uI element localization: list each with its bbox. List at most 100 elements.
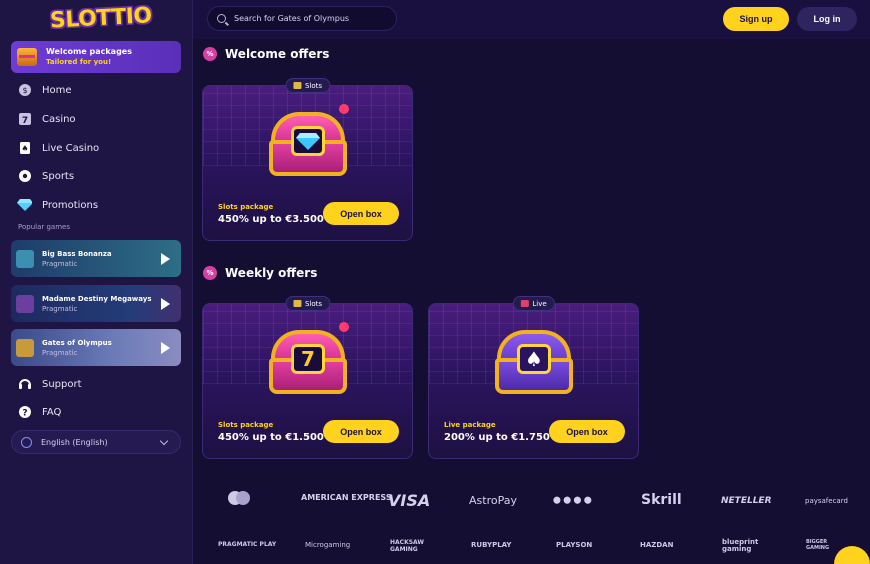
category-tag: Slots: [284, 78, 331, 93]
slots-tag-icon: [292, 82, 301, 89]
game-provider: Pragmatic: [42, 304, 78, 313]
tag-label: Slots: [304, 299, 323, 308]
offer-card-weekly-slots[interactable]: Slots 7 Slots package 450% up to €1.500 …: [202, 296, 413, 459]
play-icon[interactable]: [161, 253, 170, 265]
sidebar-item-label: Live Casino: [42, 142, 100, 154]
dots-payment-logo: ⬤ ⬤ ⬤ ⬤: [553, 496, 592, 504]
game-card-gates-of-olympus[interactable]: Gates of Olympus Pragmatic: [11, 329, 181, 366]
welcome-packages-title: Welcome packages: [46, 47, 132, 56]
pragmatic-play-logo: PRAGMATIC PLAY: [218, 541, 277, 548]
hazdan-logo: HAZDAN: [640, 541, 674, 549]
package-label: Slots package: [218, 421, 274, 429]
svg-text:♠: ♠: [21, 144, 28, 153]
football-icon: [17, 169, 32, 184]
sidebar-item-casino[interactable]: 7 Casino: [17, 109, 76, 129]
sidebar-item-promotions[interactable]: Promotions: [17, 195, 98, 215]
package-value: 450% up to €1.500: [218, 432, 324, 443]
game-thumbnail: [16, 249, 34, 268]
question-icon: ?: [17, 405, 32, 420]
game-name: Big Bass Bonanza: [42, 249, 112, 258]
globe-icon: [21, 436, 32, 448]
chevron-down-icon: [159, 436, 169, 446]
category-tag: Slots: [284, 296, 331, 311]
diamond-icon: [17, 198, 32, 213]
visa-logo: VISA: [388, 491, 431, 510]
open-box-button[interactable]: Open box: [549, 420, 625, 443]
live-tag-icon: [520, 300, 529, 307]
game-name: Gates of Olympus: [42, 338, 112, 347]
language-selector[interactable]: English (English): [11, 430, 181, 454]
chest-lever-knob: [339, 104, 349, 114]
game-thumbnail: [16, 338, 34, 357]
hacksaw-gaming-logo: HACKSAW GAMING: [390, 539, 425, 553]
cards-icon: ♠: [17, 141, 32, 156]
package-label: Live package: [444, 421, 496, 429]
sidebar-item-live-casino[interactable]: ♠ Live Casino: [17, 138, 99, 158]
section-title: Weekly offers: [225, 266, 318, 280]
rubyplay-logo: RUBYPLAY: [471, 541, 512, 549]
offer-card-weekly-live[interactable]: Live ♠ Live package 200% up to €1.750 Op…: [428, 296, 639, 459]
sidebar-item-faq[interactable]: ? FAQ: [17, 402, 61, 422]
open-box-button[interactable]: Open box: [323, 420, 399, 443]
offer-card-welcome-slots[interactable]: Slots Slots package 450% up to €3.500 Op…: [202, 78, 413, 241]
sidebar-item-sports[interactable]: Sports: [17, 166, 74, 186]
treasure-chest-icon: [17, 48, 37, 66]
game-thumbnail: [16, 294, 34, 313]
home-icon: $: [17, 83, 32, 98]
playson-logo: PLAYSON: [556, 541, 593, 549]
mastercard-logo: [226, 490, 252, 509]
search-icon: [217, 14, 226, 23]
game-name: Madame Destiny Megaways: [42, 294, 152, 303]
microgaming-logo: Microgaming: [305, 541, 351, 549]
package-label: Slots package: [218, 203, 274, 211]
game-card-big-bass-bonanza[interactable]: Big Bass Bonanza Pragmatic: [11, 240, 181, 277]
sidebar-item-support[interactable]: Support: [17, 374, 82, 394]
sidebar-item-label: Home: [42, 84, 72, 96]
sidebar-item-home[interactable]: $ Home: [17, 80, 72, 100]
package-value: 200% up to €1.750: [444, 432, 550, 443]
play-icon[interactable]: [161, 342, 170, 354]
chest-lever-knob: [339, 322, 349, 332]
svg-text:7: 7: [21, 116, 27, 126]
svg-text:$: $: [22, 86, 27, 95]
welcome-packages-subtitle: Tailored for you!: [46, 58, 112, 66]
game-card-madame-destiny-megaways[interactable]: Madame Destiny Megaways Pragmatic: [11, 285, 181, 322]
svg-text:?: ?: [22, 409, 27, 419]
play-icon[interactable]: [161, 298, 170, 310]
search-input[interactable]: [234, 14, 394, 23]
spade-emblem-icon: ♠: [517, 344, 551, 374]
treasure-chest-image: [265, 104, 351, 180]
sidebar-item-label: Support: [42, 378, 82, 390]
american-express-logo: AMERICAN EXPRESS: [301, 493, 392, 502]
sidebar-item-label: FAQ: [42, 406, 62, 418]
sidebar-item-label: Sports: [42, 170, 75, 182]
open-box-button[interactable]: Open box: [323, 202, 399, 225]
welcome-packages-banner[interactable]: Welcome packages Tailored for you!: [11, 41, 181, 73]
welcome-offers-heading: % Welcome offers: [203, 47, 329, 61]
package-value: 450% up to €3.500: [218, 214, 324, 225]
top-bar: Sign up Log in: [193, 0, 870, 39]
treasure-chest-image: 7: [265, 322, 351, 398]
slot-icon: 7: [17, 112, 32, 127]
game-provider: Pragmatic: [42, 348, 78, 357]
tag-label: Slots: [304, 81, 323, 90]
search-box[interactable]: [207, 6, 397, 31]
slottio-logo[interactable]: SLOTTIO: [49, 3, 152, 34]
language-value: English (English): [41, 437, 108, 447]
section-title: Welcome offers: [225, 47, 330, 61]
log-in-button[interactable]: Log in: [797, 7, 857, 31]
sidebar-item-label: Promotions: [42, 199, 99, 211]
blueprint-gaming-logo: blueprint gaming: [722, 538, 759, 553]
slots-tag-icon: [292, 300, 301, 307]
game-provider: Pragmatic: [42, 259, 78, 268]
sidebar: SLOTTIO Welcome packages Tailored for yo…: [0, 0, 193, 564]
popular-games-label: Popular games: [18, 223, 70, 231]
sign-up-button[interactable]: Sign up: [723, 7, 789, 31]
seven-emblem-icon: 7: [291, 344, 325, 374]
percent-badge-icon: %: [203, 266, 217, 280]
percent-badge-icon: %: [203, 47, 217, 61]
diamond-emblem-icon: [291, 126, 325, 156]
paysafecard-logo: paysafecard: [805, 497, 848, 505]
weekly-offers-heading: % Weekly offers: [203, 266, 317, 280]
logo-text: SLOTTIO: [49, 3, 153, 34]
